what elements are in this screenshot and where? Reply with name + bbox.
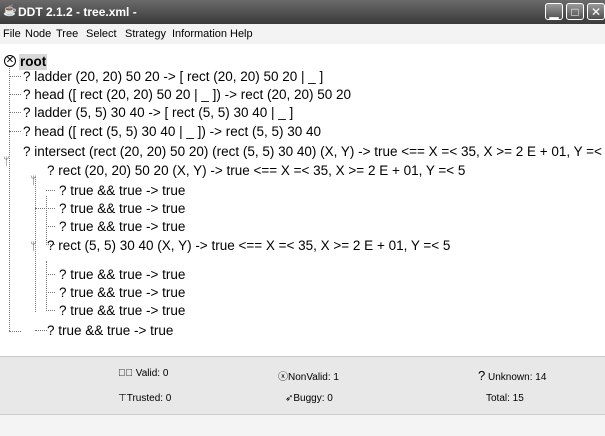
tree-node[interactable]: ? true && true -> true [59,267,185,283]
expand-handle-icon[interactable]: ᛘ [30,241,37,253]
tree-node[interactable]: ? rect (5, 5) 30 40 (X, Y) -> true <== X… [47,238,450,254]
tree-connector [46,226,55,227]
tree-connector [9,112,21,113]
tree-connector [9,68,10,331]
nonvalid-icon: ⓧ [278,372,288,383]
maximize-button[interactable]: □ [566,3,584,20]
menu-tree[interactable]: Tree [56,28,78,40]
tree-root[interactable]: root [19,54,48,70]
status-panel: ✓⃝ Valid: 0 ⓧNonValid: 1 ? Unknown: 14 ⊤… [0,356,605,415]
tree-node[interactable]: ? ladder (5, 5) 30 40 -> [ rect (5, 5) 3… [23,105,293,121]
bottom-status-strip [0,414,605,436]
tree-node[interactable]: ? true && true -> true [59,285,185,301]
tree-connector [46,190,55,191]
minimize-button[interactable]: ▁ [545,3,563,20]
valid-count: ✓⃝ Valid: 0 [118,368,169,379]
tree-connector [9,94,21,95]
tree-connector [9,331,21,332]
trusted-icon: ⊤ [118,393,127,404]
tree-node[interactable]: ? head ([ rect (5, 5) 30 40 | _ ]) -> re… [23,124,321,140]
menu-strategy[interactable]: Strategy [125,28,166,40]
window-title: DDT 2.1.2 - tree.xml - [18,5,137,19]
tree-connector [46,208,55,209]
question-icon: ? [478,368,486,383]
tree-node[interactable]: ? intersect (rect (20, 20) 50 20) (rect … [23,144,605,160]
tree-node[interactable]: ? true && true -> true [59,303,185,319]
menu-information[interactable]: Information [172,28,227,40]
unknown-count: ? Unknown: 14 [478,368,547,383]
tree-node[interactable]: ? true && true -> true [59,219,185,235]
total-count: Total: 15 [486,393,524,404]
tree-connector [46,274,55,275]
menu-select[interactable]: Select [86,28,117,40]
coffee-cup-icon: ☕ [3,5,17,17]
tree-node[interactable]: ? head ([ rect (20, 20) 50 20 | _ ]) -> … [23,87,351,103]
tree-node[interactable]: ? true && true -> true [47,323,173,339]
nonvalid-count: ⓧNonValid: 1 [278,372,339,383]
expand-handle-icon[interactable]: ᛘ [3,156,10,168]
menu-file[interactable]: File [3,28,21,40]
trusted-count: ⊤Trusted: 0 [118,393,172,404]
tree-connector [46,292,55,293]
valid-check-icon: ✓⃝ [118,368,133,379]
tree-connector [9,131,21,132]
expand-handle-icon[interactable]: ᛘ [30,175,37,187]
tree-connector [9,76,21,77]
title-bar: ☕ DDT 2.1.2 - tree.xml - ▁ □ ✕ [0,0,605,24]
tree-node[interactable]: ? true && true -> true [59,183,185,199]
menu-node[interactable]: Node [25,28,51,40]
tree-connector [35,330,47,331]
menu-help[interactable]: Help [230,28,253,40]
menu-bar: File Node Tree Select Strategy Informati… [0,24,605,45]
nonvalid-icon: ✕ [4,55,16,67]
tree-connector [46,261,47,309]
buggy-count: ➶Buggy: 0 [285,393,333,404]
tree-node[interactable]: ? true && true -> true [59,201,185,217]
tree-connector [46,196,47,243]
close-button[interactable]: ✕ [587,3,605,20]
tree-node[interactable]: ? ladder (20, 20) 50 20 -> [ rect (20, 2… [23,69,323,85]
debug-tree: ✕ root ᛘ ᛘ ᛘ ? ladder (20, 20) 50 20 -> … [0,44,605,355]
tree-connector [46,310,55,311]
tree-node[interactable]: ? rect (20, 20) 50 20 (X, Y) -> true <==… [47,163,465,179]
